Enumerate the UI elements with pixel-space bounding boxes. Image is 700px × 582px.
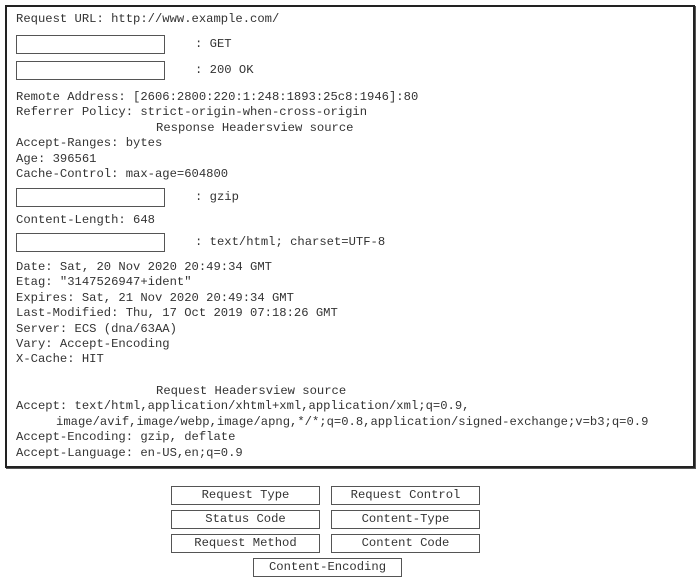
accept-line-1: Accept: text/html,application/xhtml+xml,…	[16, 399, 470, 413]
age: Age: 396561	[16, 152, 97, 166]
blank-drop-target-2[interactable]	[16, 61, 165, 80]
http-headers-panel: Request URL: http://www.example.com/ : G…	[5, 5, 695, 468]
accept-language: Accept-Language: en-US,en;q=0.9	[16, 446, 243, 460]
blank-2-value: : 200 OK	[195, 63, 254, 77]
response-headers-title: Response Headersview source	[156, 121, 354, 135]
blank-1-value: : GET	[195, 37, 232, 51]
x-cache: X-Cache: HIT	[16, 352, 104, 366]
blank-drop-target-4[interactable]	[16, 233, 165, 252]
vary: Vary: Accept-Encoding	[16, 337, 170, 351]
referrer-policy: Referrer Policy: strict-origin-when-cros…	[16, 105, 368, 119]
accept-line-2: image/avif,image/webp,image/apng,*/*;q=0…	[56, 415, 649, 429]
last-modified: Last-Modified: Thu, 17 Oct 2019 07:18:26…	[16, 306, 338, 320]
blank-drop-target-1[interactable]	[16, 35, 165, 54]
blank-3-value: : gzip	[195, 190, 239, 204]
remote-address: Remote Address: [2606:2800:220:1:248:189…	[16, 90, 419, 104]
etag: Etag: "3147526947+ident"	[16, 275, 192, 289]
option-request-method[interactable]: Request Method	[171, 534, 320, 553]
option-content-encoding[interactable]: Content-Encoding	[253, 558, 402, 577]
date: Date: Sat, 20 Nov 2020 20:49:34 GMT	[16, 260, 272, 274]
server: Server: ECS (dna/63AA)	[16, 322, 177, 336]
option-content-code[interactable]: Content Code	[331, 534, 480, 553]
option-content-type[interactable]: Content-Type	[331, 510, 480, 529]
expires: Expires: Sat, 21 Nov 2020 20:49:34 GMT	[16, 291, 294, 305]
request-headers-title: Request Headersview source	[156, 384, 347, 398]
accept-encoding: Accept-Encoding: gzip, deflate	[16, 430, 236, 444]
accept-ranges: Accept-Ranges: bytes	[16, 136, 163, 150]
request-url: Request URL: http://www.example.com/	[16, 12, 280, 26]
blank-4-value: : text/html; charset=UTF-8	[195, 235, 386, 249]
blank-drop-target-3[interactable]	[16, 188, 165, 207]
option-request-control[interactable]: Request Control	[331, 486, 480, 505]
option-request-type[interactable]: Request Type	[171, 486, 320, 505]
cache-control: Cache-Control: max-age=604800	[16, 167, 229, 181]
option-status-code[interactable]: Status Code	[171, 510, 320, 529]
content-length: Content-Length: 648	[16, 213, 155, 227]
